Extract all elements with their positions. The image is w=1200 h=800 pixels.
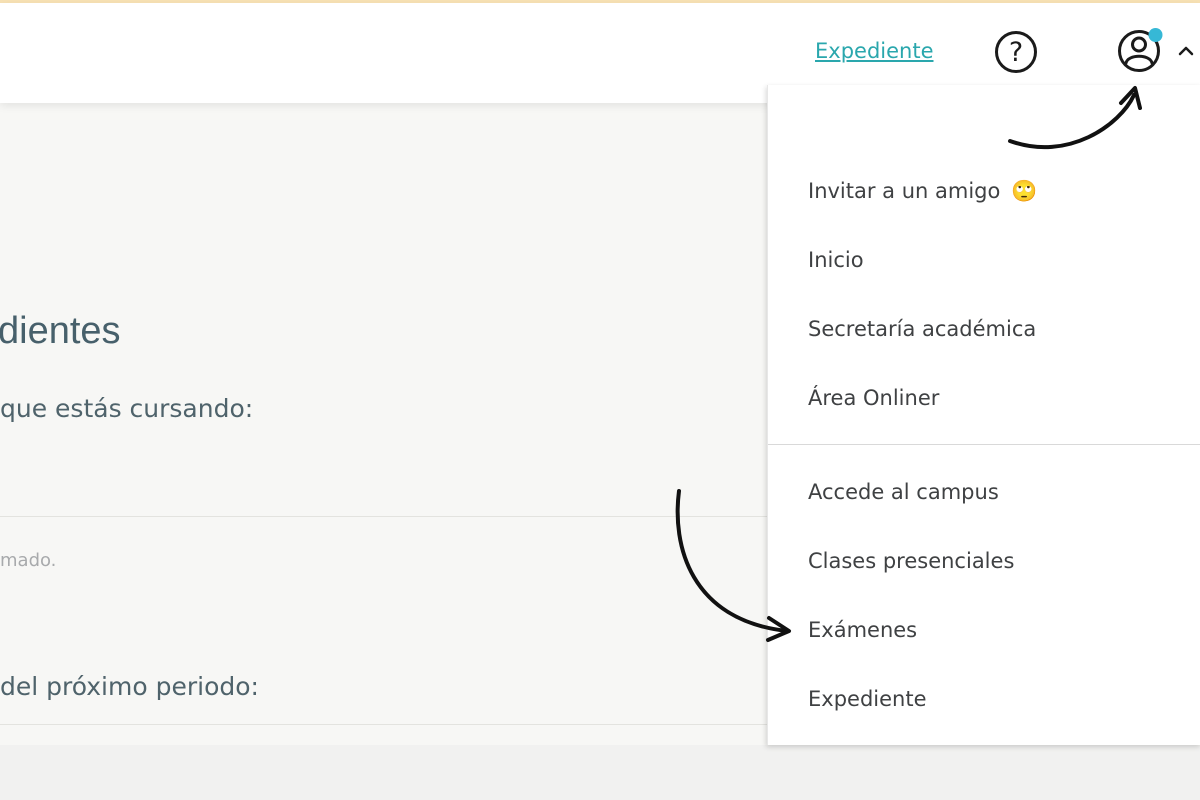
schedule-note: mado. [0,550,57,571]
help-button[interactable]: ? [994,30,1038,74]
content-divider-2 [0,724,770,725]
current-subjects-label: que estás cursando: [0,394,254,423]
menu-divider [768,444,1200,445]
user-dropdown-menu: Invitar a un amigo 🙄 Inicio Secretaría a… [767,85,1200,745]
page-title: dientes [0,310,121,352]
svg-text:?: ? [1009,37,1023,68]
question-circle-icon: ? [995,31,1037,73]
menu-item-label: Invitar a un amigo [808,179,1001,203]
next-period-label: del próximo periodo: [0,672,259,701]
menu-item-campus[interactable]: Accede al campus [808,480,999,504]
expediente-link[interactable]: Expediente [815,39,934,63]
menu-item-secretaria[interactable]: Secretaría académica [808,317,1036,341]
user-circle-icon [1118,28,1163,72]
face-emoji-icon: 🙄 [1011,179,1038,203]
menu-item-clases[interactable]: Clases presenciales [808,549,1014,573]
menu-item-expediente[interactable]: Expediente [808,687,927,711]
bottom-background [0,745,1200,800]
content-divider-1 [0,516,770,517]
menu-item-invitar[interactable]: Invitar a un amigo 🙄 [808,179,1037,204]
menu-item-inicio[interactable]: Inicio [808,248,864,272]
menu-item-examenes[interactable]: Exámenes [808,618,917,642]
main-content [0,103,800,745]
chevron-up-icon[interactable] [1177,43,1195,61]
menu-item-area-onliner[interactable]: Área Onliner [808,386,939,410]
user-menu-button[interactable] [1115,25,1167,77]
